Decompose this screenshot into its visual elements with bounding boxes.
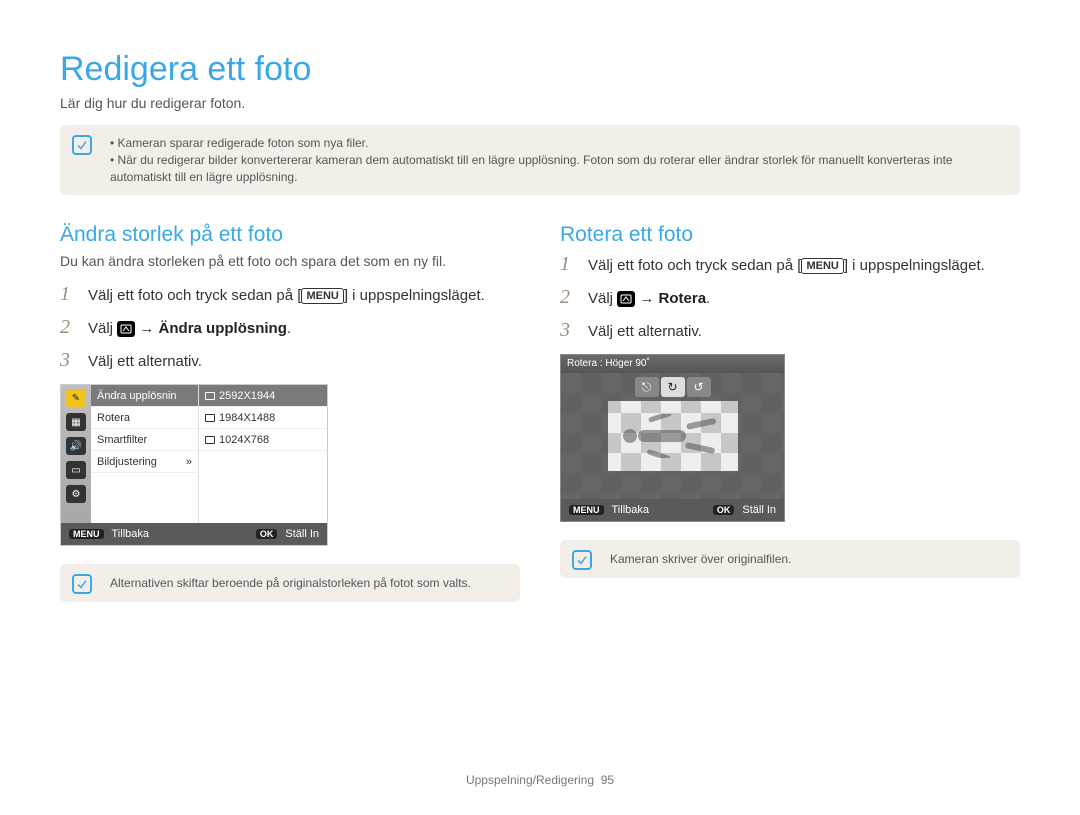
step-text: Välj ett foto och tryck sedan på [MENU] …	[88, 283, 485, 306]
menu-item: Bildjustering »	[91, 451, 198, 473]
menu-key-icon: MENU	[801, 258, 843, 274]
menu-key-icon: MENU	[301, 288, 343, 304]
menu-option: 2592X1944	[199, 385, 327, 407]
camera-menu-screenshot: ✎ ▦ 🔊 ▭ ⚙ Ändra upplösnin Rotera Smartfi…	[60, 384, 328, 546]
menu-item: Ändra upplösnin	[91, 385, 198, 407]
rotate-icon-bar: ⎋ ↻ ↺	[635, 377, 711, 397]
settings-tab-icon: ⚙	[66, 485, 86, 503]
step-number: 2	[560, 286, 578, 309]
ok-button-label: OK	[713, 505, 735, 515]
page-title: Redigera ett foto	[60, 50, 1020, 89]
info-bullet: Kameran sparar redigerade foton som nya …	[110, 135, 1006, 152]
info-box: Kameran sparar redigerade foton som nya …	[60, 125, 1020, 195]
info-bullet: När du redigerar bilder konvertererar ka…	[110, 152, 1006, 186]
rotate-left-icon: ↺	[687, 377, 711, 397]
step-text: Välj ett alternativ.	[88, 349, 202, 372]
page-subtitle: Lär dig hur du redigerar foton.	[60, 95, 1020, 111]
step-number: 1	[60, 283, 78, 306]
camera-side-icons: ✎ ▦ 🔊 ▭ ⚙	[61, 385, 91, 523]
footer-back-label: Tillbaka	[612, 504, 650, 516]
section-heading: Ändra storlek på ett foto	[60, 223, 520, 247]
page-footer: Uppspelning/Redigering 95	[0, 773, 1080, 787]
section-subheading: Du kan ändra storleken på ett foto och s…	[60, 253, 520, 269]
edit-icon	[617, 291, 635, 307]
step-text: Välj ett foto och tryck sedan på [MENU] …	[588, 253, 985, 276]
rotate-header: Rotera : Höger 90˚	[561, 355, 784, 373]
edit-icon	[117, 321, 135, 337]
step-text: Välj → Rotera.	[588, 286, 710, 309]
note-box: Kameran skriver över originalfilen.	[560, 540, 1020, 578]
rotate-right-icon: ↻	[661, 377, 685, 397]
sound-tab-icon: 🔊	[66, 437, 86, 455]
menu-button-label: MENU	[569, 505, 604, 515]
section-rotate: Rotera ett foto 1 Välj ett foto och tryc…	[560, 223, 1020, 602]
menu-button-label: MENU	[69, 529, 104, 539]
note-icon	[72, 135, 92, 155]
note-icon	[72, 574, 92, 594]
step-number: 1	[560, 253, 578, 276]
menu-item: Smartfilter	[91, 429, 198, 451]
menu-item: Rotera	[91, 407, 198, 429]
section-heading: Rotera ett foto	[560, 223, 1020, 247]
note-box: Alternativen skiftar beroende på origina…	[60, 564, 520, 602]
footer-set-label: Ställ In	[285, 528, 319, 540]
step-number: 2	[60, 316, 78, 339]
step-text: Välj → Ändra upplösning.	[88, 316, 291, 339]
edit-tab-icon: ✎	[66, 389, 86, 407]
delete-tab-icon: ▦	[66, 413, 86, 431]
ok-button-label: OK	[256, 529, 278, 539]
note-icon	[572, 550, 592, 570]
rotate-off-icon: ⎋	[635, 377, 659, 397]
footer-back-label: Tillbaka	[112, 528, 150, 540]
step-number: 3	[60, 349, 78, 372]
display-tab-icon: ▭	[66, 461, 86, 479]
menu-option: 1984X1488	[199, 407, 327, 429]
section-resize: Ändra storlek på ett foto Du kan ändra s…	[60, 223, 520, 602]
menu-option: 1024X768	[199, 429, 327, 451]
camera-rotate-screenshot: Rotera : Höger 90˚ ⎋ ↻ ↺	[560, 354, 785, 522]
footer-set-label: Ställ In	[742, 504, 776, 516]
step-text: Välj ett alternativ.	[588, 319, 702, 342]
step-number: 3	[560, 319, 578, 342]
